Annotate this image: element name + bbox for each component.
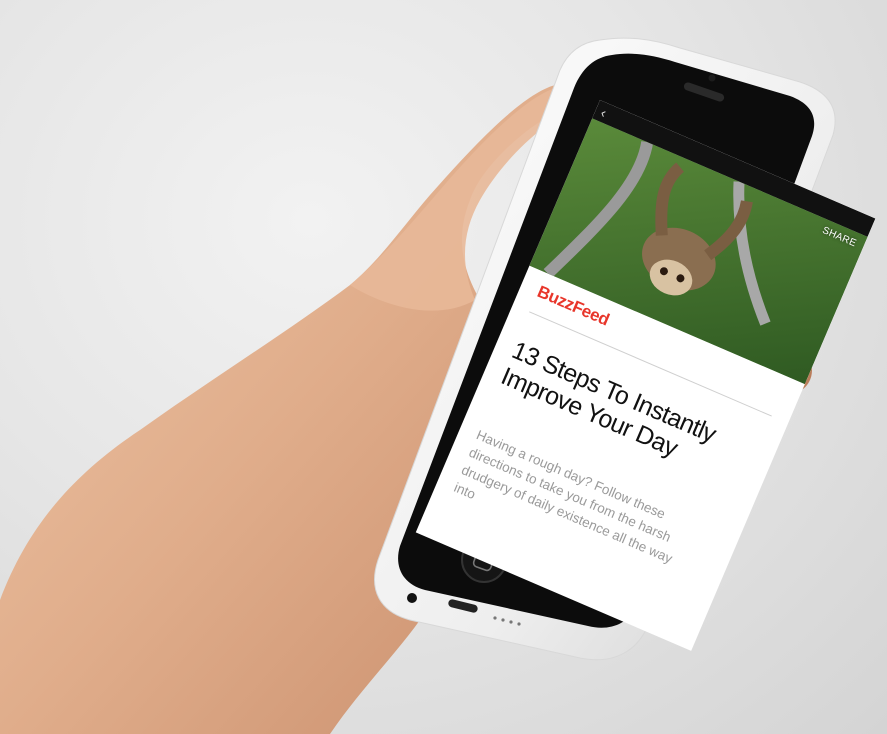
back-button[interactable]: ‹ [598, 104, 609, 121]
photo-scene: ‹ SHARE BuzzFeed 13 Steps To Instantly I… [0, 0, 887, 734]
